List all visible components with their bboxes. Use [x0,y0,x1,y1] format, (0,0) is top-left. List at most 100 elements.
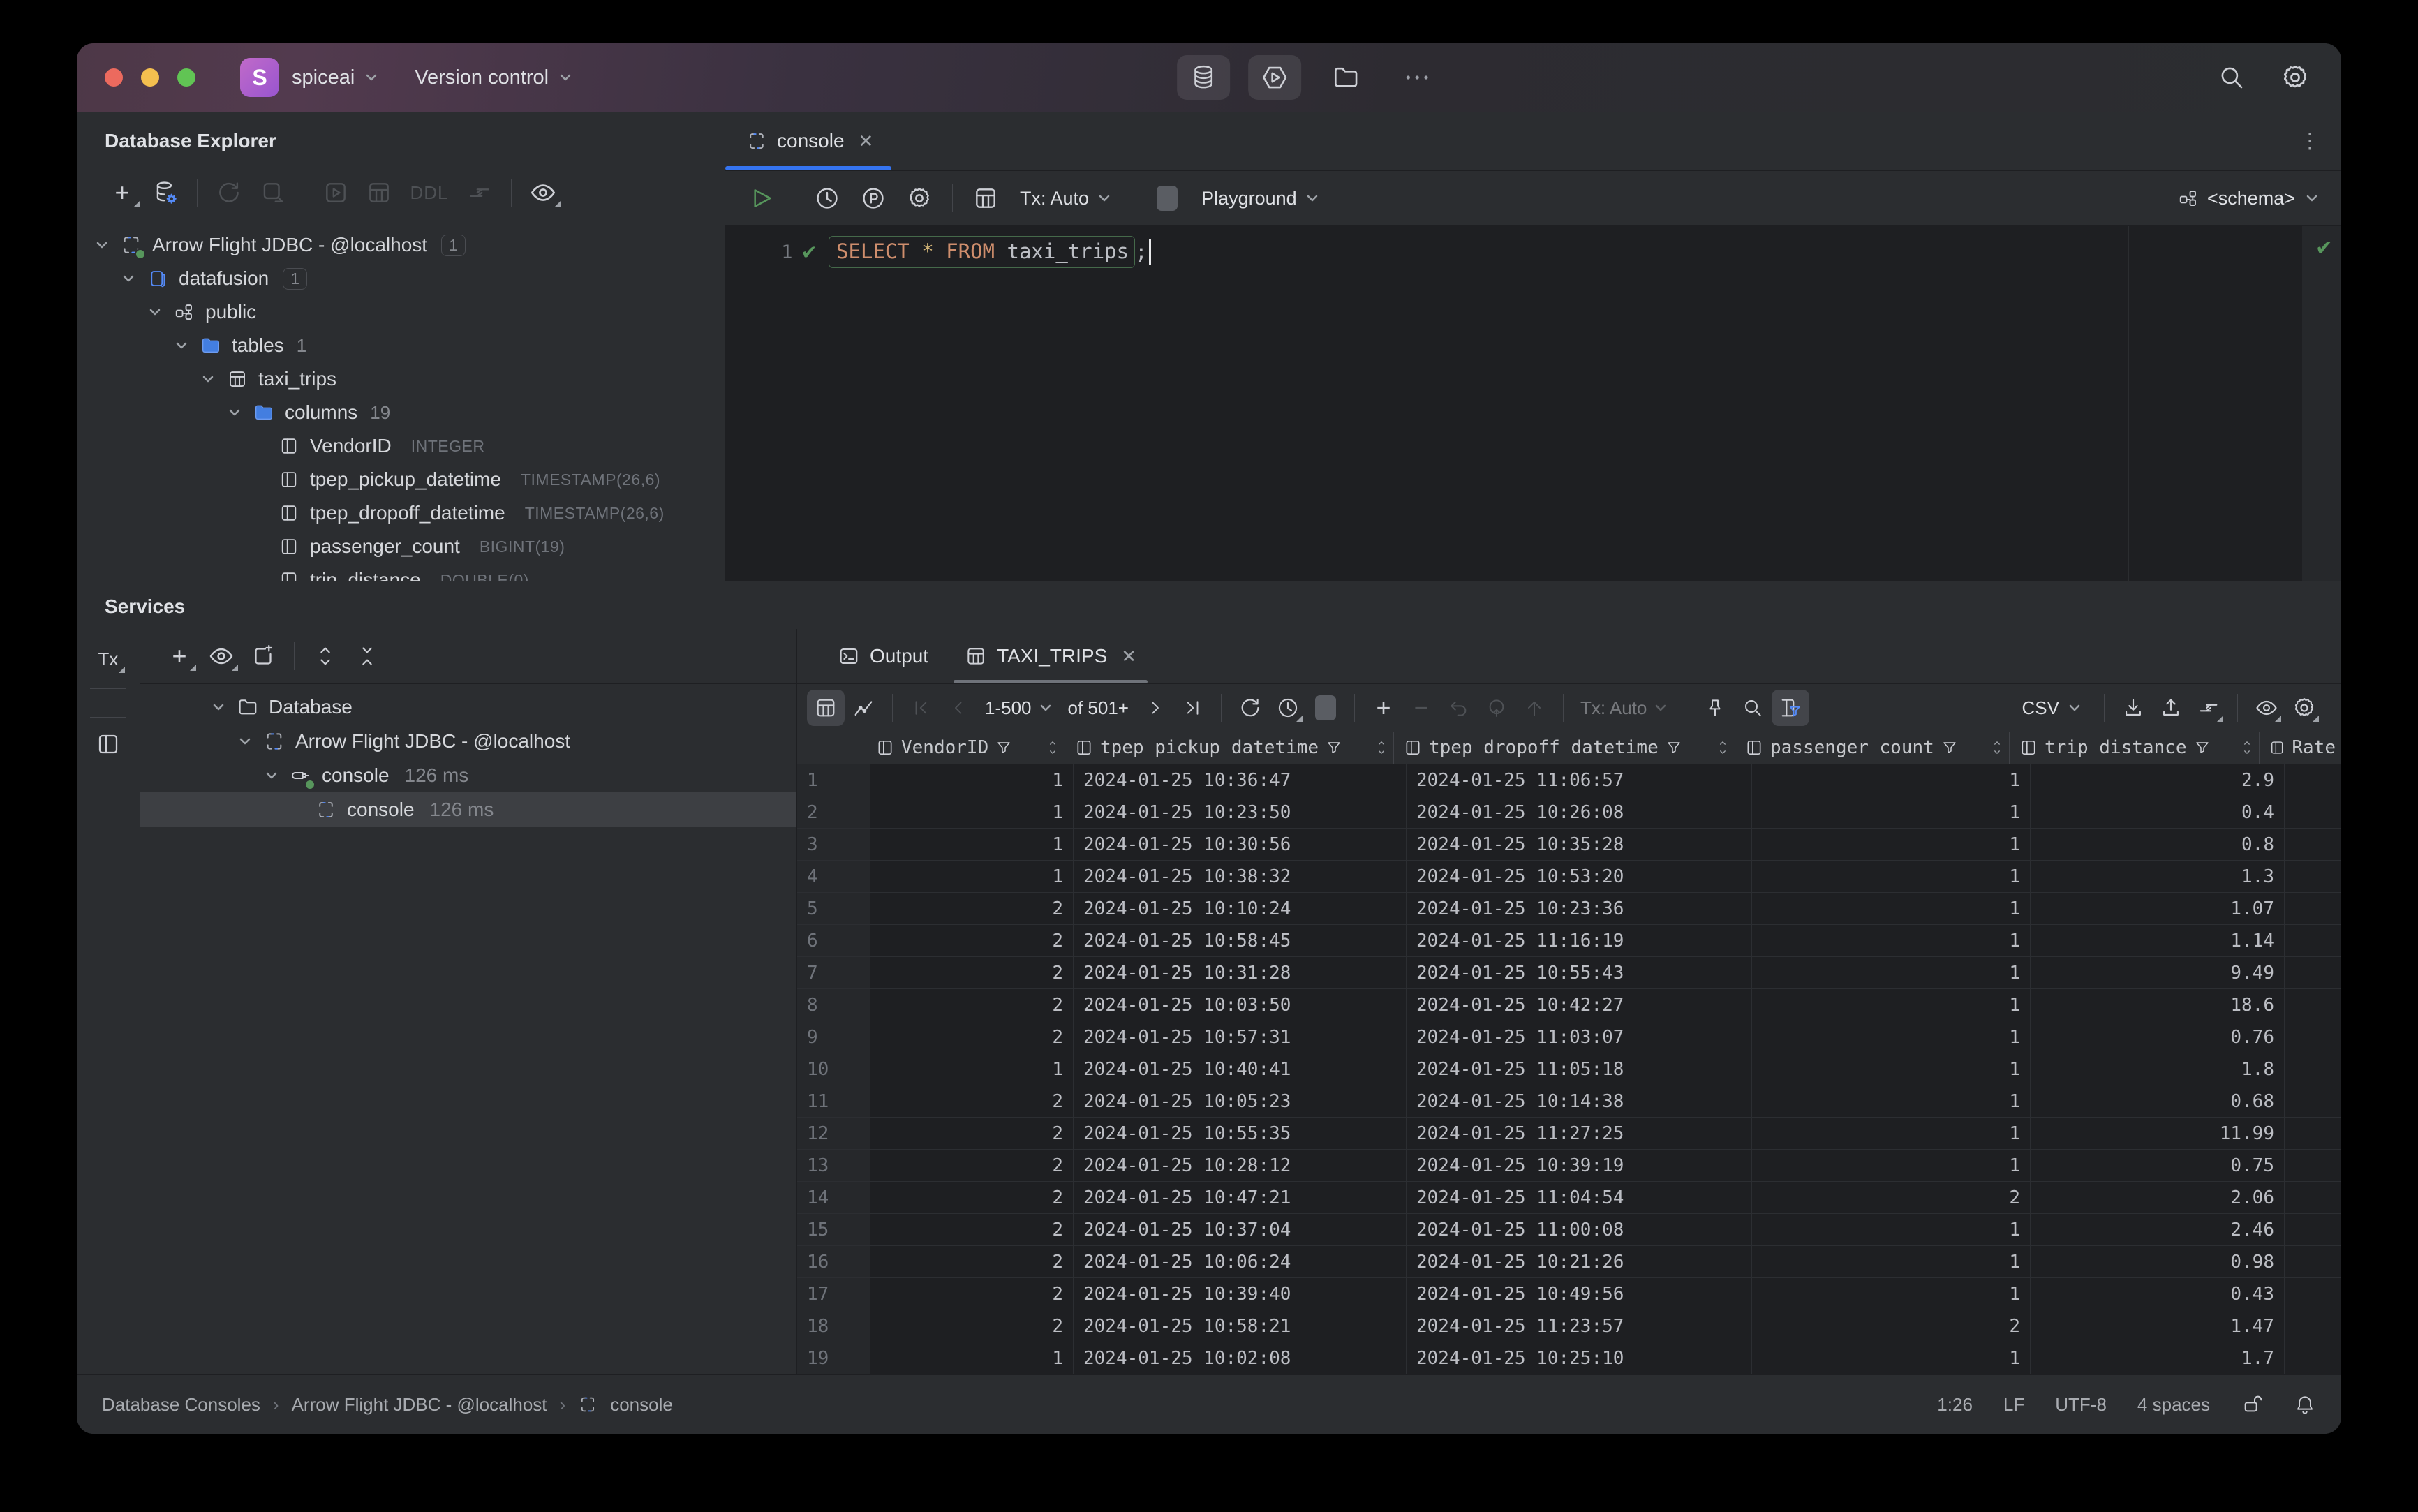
service-item-session[interactable]: console 126 ms [140,758,796,792]
trip-distance-cell[interactable]: 1.47 [2031,1310,2285,1342]
column-header-dropoff[interactable]: tpep_dropoff_datetime [1394,732,1735,764]
jump-to-ddl-button[interactable] [458,174,501,212]
playground-dropdown[interactable]: Playground [1201,188,1321,209]
query-parameters-button[interactable] [850,179,896,218]
open-in-new-tab-button[interactable] [242,637,284,675]
trip-distance-cell[interactable]: 0.8 [2031,829,2285,860]
column-header-trip-distance[interactable]: trip_distance [2010,732,2260,764]
table-row[interactable]: 11 2 2024-01-25 10:05:23 2024-01-25 10:1… [797,1085,2341,1118]
passenger-count-cell[interactable]: 2 [1752,1310,2031,1342]
trip-distance-cell[interactable]: 2.06 [2031,1182,2285,1213]
passenger-count-cell[interactable]: 1 [1752,829,2031,860]
table-row[interactable]: 3 1 2024-01-25 10:30:56 2024-01-25 10:35… [797,829,2341,861]
pickup-datetime-cell[interactable]: 2024-01-25 10:58:21 [1074,1310,1407,1342]
trip-distance-cell[interactable]: 1.07 [2031,893,2285,924]
vendorid-cell[interactable]: 2 [870,1021,1074,1053]
refresh-button[interactable] [207,174,251,212]
vendorid-cell[interactable]: 2 [870,1085,1074,1117]
trip-distance-cell[interactable]: 18.6 [2031,989,2285,1021]
rate-cell[interactable] [2285,1085,2341,1117]
trip-distance-cell[interactable]: 0.43 [2031,1278,2285,1310]
trip-distance-cell[interactable]: 1.3 [2031,861,2285,892]
pickup-datetime-cell[interactable]: 2024-01-25 10:37:04 [1074,1214,1407,1245]
passenger-count-cell[interactable]: 1 [1752,861,2031,892]
pickup-datetime-cell[interactable]: 2024-01-25 10:06:24 [1074,1246,1407,1277]
trip-distance-cell[interactable]: 2.46 [2031,1214,2285,1245]
vendorid-cell[interactable]: 1 [870,1053,1074,1085]
minimize-window-button[interactable] [141,68,159,87]
grid-view-button[interactable] [807,690,845,726]
table-row[interactable]: 15 2 2024-01-25 10:37:04 2024-01-25 11:0… [797,1214,2341,1246]
maximize-window-button[interactable] [177,68,195,87]
table-row[interactable]: 1 1 2024-01-25 10:36:47 2024-01-25 11:06… [797,764,2341,796]
pickup-datetime-cell[interactable]: 2024-01-25 10:23:50 [1074,796,1407,828]
grid-settings-button[interactable] [2285,690,2323,726]
add-service-button[interactable]: + [158,637,200,675]
settings-gear-icon[interactable] [2280,62,2311,93]
pickup-datetime-cell[interactable]: 2024-01-25 10:47:21 [1074,1182,1407,1213]
grid-view-options-button[interactable] [2248,690,2285,726]
rate-cell[interactable] [2285,829,2341,860]
trip-distance-cell[interactable]: 0.68 [2031,1085,2285,1117]
rate-cell[interactable] [2285,1118,2341,1149]
export-format-dropdown[interactable]: CSV [2022,697,2083,719]
passenger-count-cell[interactable]: 2 [1752,1182,2031,1213]
pickup-datetime-cell[interactable]: 2024-01-25 10:05:23 [1074,1085,1407,1117]
breadcrumb-connection[interactable]: Arrow Flight JDBC - @localhost [292,1394,547,1416]
editor-options-kebab-icon[interactable]: ⋮ [2299,129,2320,154]
sql-editor[interactable]: ✔ 1 ✔ SELECT * FROM taxi_trips; [725,226,2341,581]
filter-icon[interactable] [995,739,1012,756]
table-row[interactable]: 9 2 2024-01-25 10:57:31 2024-01-25 11:03… [797,1021,2341,1053]
pickup-datetime-cell[interactable]: 2024-01-25 10:03:50 [1074,989,1407,1021]
pickup-datetime-cell[interactable]: 2024-01-25 10:36:47 [1074,764,1407,796]
dropoff-datetime-cell[interactable]: 2024-01-25 10:23:36 [1407,893,1752,924]
tree-item-tables-folder[interactable]: tables 1 [77,329,725,362]
passenger-count-cell[interactable]: 1 [1752,1246,2031,1277]
dropoff-datetime-cell[interactable]: 2024-01-25 11:04:54 [1407,1182,1752,1213]
vendorid-cell[interactable]: 2 [870,1214,1074,1245]
passenger-count-cell[interactable]: 1 [1752,1150,2031,1181]
passenger-count-cell[interactable]: 1 [1752,1053,2031,1085]
vendorid-cell[interactable]: 2 [870,989,1074,1021]
dropoff-datetime-cell[interactable]: 2024-01-25 10:21:26 [1407,1246,1752,1277]
rate-cell[interactable] [2285,989,2341,1021]
passenger-count-cell[interactable]: 1 [1752,957,2031,988]
dropoff-datetime-cell[interactable]: 2024-01-25 10:42:27 [1407,989,1752,1021]
project-menu[interactable]: spiceai [292,66,380,89]
dropoff-datetime-cell[interactable]: 2024-01-25 10:14:38 [1407,1085,1752,1117]
filter-icon[interactable] [1326,739,1342,756]
filter-icon[interactable] [1666,739,1682,756]
vendorid-cell[interactable]: 2 [870,1118,1074,1149]
dropoff-datetime-cell[interactable]: 2024-01-25 11:00:08 [1407,1214,1752,1245]
dropoff-datetime-cell[interactable]: 2024-01-25 11:05:18 [1407,1053,1752,1085]
tree-item-database[interactable]: datafusion 1 [77,262,725,295]
passenger-count-cell[interactable]: 1 [1752,989,2031,1021]
add-row-button[interactable]: + [1365,690,1402,726]
dropoff-datetime-cell[interactable]: 2024-01-25 10:49:56 [1407,1278,1752,1310]
tree-item-connection[interactable]: Arrow Flight JDBC - @localhost 1 [77,228,725,262]
trip-distance-cell[interactable]: 0.75 [2031,1150,2285,1181]
add-datasource-button[interactable]: + [101,174,144,212]
console-settings-button[interactable] [896,179,942,218]
dropoff-datetime-cell[interactable]: 2024-01-25 10:53:20 [1407,861,1752,892]
table-row[interactable]: 6 2 2024-01-25 10:58:45 2024-01-25 11:16… [797,925,2341,957]
passenger-count-cell[interactable]: 1 [1752,1021,2031,1053]
search-icon[interactable] [2217,63,2246,92]
passenger-count-cell[interactable]: 1 [1752,1085,2031,1117]
disconnect-button[interactable] [251,174,294,212]
service-item-connection[interactable]: Arrow Flight JDBC - @localhost [140,724,796,758]
export-button[interactable] [2152,690,2190,726]
layout-side-button[interactable] [96,732,121,757]
vendorid-cell[interactable]: 2 [870,957,1074,988]
dropoff-datetime-cell[interactable]: 2024-01-25 11:03:07 [1407,1021,1752,1053]
pickup-datetime-cell[interactable]: 2024-01-25 10:55:35 [1074,1118,1407,1149]
pickup-datetime-cell[interactable]: 2024-01-25 10:39:40 [1074,1278,1407,1310]
passenger-count-cell[interactable]: 1 [1752,1214,2031,1245]
dropoff-datetime-cell[interactable]: 2024-01-25 11:16:19 [1407,925,1752,956]
table-row[interactable]: 17 2 2024-01-25 10:39:40 2024-01-25 10:4… [797,1278,2341,1310]
table-row[interactable]: 16 2 2024-01-25 10:06:24 2024-01-25 10:2… [797,1246,2341,1278]
tree-item-schema[interactable]: public [77,295,725,329]
vendorid-cell[interactable]: 1 [870,861,1074,892]
passenger-count-cell[interactable]: 1 [1752,1118,2031,1149]
filter-icon[interactable] [1941,739,1958,756]
